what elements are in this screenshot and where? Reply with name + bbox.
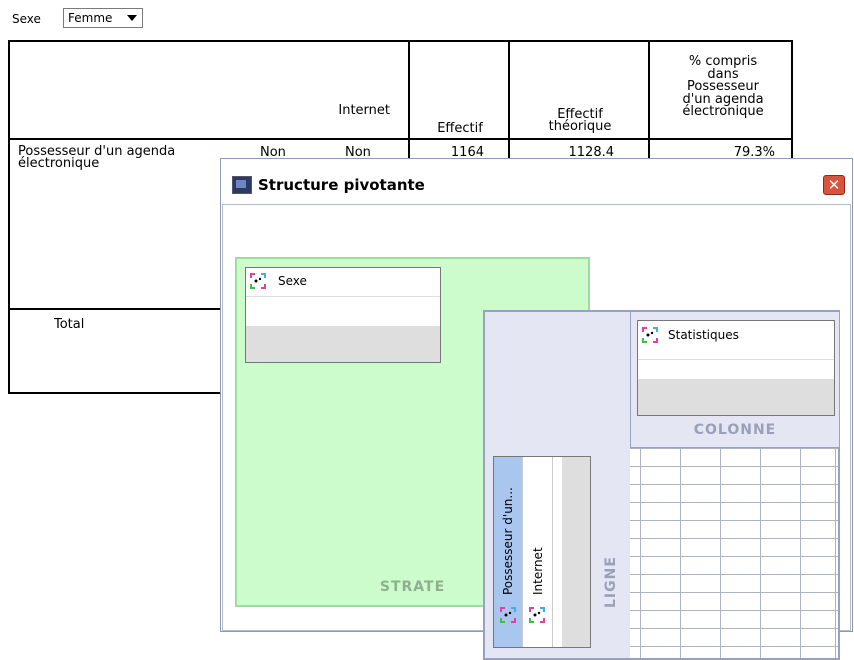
total-label: Total (54, 317, 85, 332)
tray-separator (638, 359, 834, 360)
dimension-item-sexe[interactable]: Sexe (246, 268, 440, 296)
close-icon: ✕ (827, 176, 841, 194)
colonne-drop-zone[interactable]: Statistiques COLONNE (630, 312, 839, 448)
grid-line (630, 646, 838, 647)
dimension-item-statistiques[interactable]: Statistiques (638, 321, 834, 349)
table-header-divider (10, 138, 793, 140)
layer-dropdown[interactable]: Femme (63, 8, 143, 28)
tray-empty-slot (246, 326, 440, 362)
dialog-body: Sexe STRATE Statistiques COLONNE Possess… (222, 204, 851, 660)
grid-line (630, 502, 838, 503)
grid-line (640, 448, 641, 658)
grid-line (630, 592, 838, 593)
pivot-preview-grid (630, 448, 838, 658)
dialog-title: Structure pivotante (258, 176, 425, 194)
table-divider (508, 42, 510, 162)
tray-empty-slot (562, 457, 590, 647)
dimension-item-possesseur[interactable]: Possesseur d'un... (494, 457, 522, 647)
column-dimension-tray: Statistiques (637, 320, 835, 416)
pivot-layout-area: Statistiques COLONNE Possesseur d'un... (483, 310, 840, 660)
pivot-dimension-icon (500, 607, 516, 623)
colonne-label: COLONNE (693, 422, 777, 438)
grid-line (835, 448, 836, 658)
grid-line (630, 628, 838, 629)
grid-line (630, 538, 838, 539)
table-divider (648, 42, 650, 162)
tray-empty-slot (638, 379, 834, 415)
pivot-dimension-icon (250, 273, 266, 289)
row-dimension-tray: Possesseur d'un... Internet (493, 456, 591, 648)
dialog-titlebar[interactable]: Structure pivotante ✕ (221, 159, 852, 203)
grid-line (630, 520, 838, 521)
pivot-structure-dialog: Structure pivotante ✕ Sexe STRATE Statis… (220, 158, 853, 660)
strate-dimension-tray: Sexe (245, 267, 441, 363)
layer-label: Sexe (12, 12, 41, 26)
grid-line (630, 556, 838, 557)
ligne-label: LIGNE (603, 556, 619, 608)
chevron-down-icon (127, 15, 137, 21)
close-button[interactable]: ✕ (823, 175, 845, 195)
col-header-effectif: Effectif (437, 121, 483, 136)
grid-line (720, 448, 721, 658)
tray-separator (246, 296, 440, 297)
col-header-pct: % compris dans Possesseur d'un agenda él… (682, 54, 764, 119)
grid-line (630, 610, 838, 611)
col-header-effectif-theorique: Effectif théorique (548, 107, 612, 134)
grid-line (680, 448, 681, 658)
ligne-drop-zone[interactable]: Possesseur d'un... Internet LIGNE (485, 448, 631, 658)
layer-dropdown-value: Femme (68, 11, 113, 25)
col-dim-header-internet: Internet (338, 103, 390, 118)
grid-line (630, 466, 838, 467)
dimension-label: Possesseur d'un... (501, 487, 515, 595)
grid-line (630, 448, 838, 449)
grid-line (800, 448, 801, 658)
dimension-label: Sexe (278, 274, 307, 288)
dimension-item-internet[interactable]: Internet (522, 457, 553, 647)
dimension-label: Internet (531, 547, 545, 595)
grid-line (630, 574, 838, 575)
app-window-icon (232, 176, 252, 194)
grid-line (630, 484, 838, 485)
grid-line (760, 448, 761, 658)
dimension-label: Statistiques (668, 328, 739, 342)
pivot-dimension-icon (529, 607, 545, 623)
pivot-dimension-icon (642, 327, 658, 343)
